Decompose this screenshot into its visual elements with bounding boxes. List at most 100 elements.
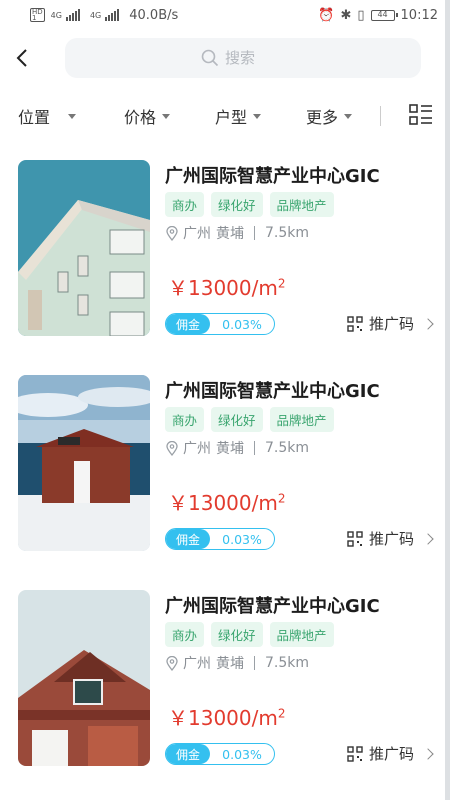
status-bar: HD 1 4G 4G 40.0B/s ⏰ ✱ ▯ 44 10:12 [0, 0, 450, 30]
tag-list: 商办 绿化好 品牌地产 [165, 192, 334, 217]
promo-code-button[interactable]: 推广码 [347, 528, 434, 549]
signal-icon [65, 9, 80, 21]
location: 广州 黄埔 7.5km [166, 223, 309, 243]
commission-label: 佣金 [166, 314, 210, 334]
filter-location[interactable]: 位置 [18, 104, 77, 128]
scrollbar[interactable] [445, 0, 450, 800]
city: 广州 [183, 226, 211, 242]
chevron-right-icon [422, 747, 434, 760]
commission-value: 0.03% [222, 531, 262, 547]
filter-price-label: 价格 [124, 108, 157, 127]
location-pin-icon [166, 225, 178, 241]
qr-code-icon [347, 530, 363, 547]
promo-code-button[interactable]: 推广码 [347, 743, 434, 764]
list-view-toggle[interactable] [408, 102, 434, 128]
bluetooth-icon: ✱ [340, 7, 352, 23]
commission-badge: 佣金 0.03% [165, 743, 275, 765]
network-type-b: 4G [89, 10, 102, 20]
price: ￥13000/m2 [168, 702, 285, 731]
network-speed: 40.0B/s [129, 7, 179, 23]
district: 黄埔 [216, 656, 244, 672]
commission-label: 佣金 [166, 529, 210, 549]
tag-list: 商办 绿化好 品牌地产 [165, 622, 334, 647]
search-icon [201, 49, 219, 67]
tag: 绿化好 [211, 407, 263, 432]
qr-code-icon [347, 745, 363, 762]
caret-down-icon [253, 113, 262, 119]
tag: 商办 [165, 407, 205, 432]
filter-more-label: 更多 [306, 108, 339, 127]
district: 黄埔 [216, 226, 244, 242]
header [0, 34, 450, 82]
filter-location-label: 位置 [18, 108, 51, 127]
commission-value: 0.03% [222, 746, 262, 762]
location-pin-icon [166, 655, 178, 671]
divider [254, 441, 255, 455]
listing-card[interactable]: 广州国际智慧产业中心GIC 商办 绿化好 品牌地产 广州 黄埔 7.5km ￥1… [18, 160, 438, 336]
tag: 商办 [165, 192, 205, 217]
location-pin-icon [166, 440, 178, 456]
distance: 7.5km [265, 655, 310, 671]
network-type-a: 4G [50, 10, 62, 20]
tag-list: 商办 绿化好 品牌地产 [165, 407, 334, 432]
district: 黄埔 [216, 441, 244, 457]
hd-icon: HD 1 [30, 8, 45, 22]
listing-card[interactable]: 广州国际智慧产业中心GIC 商办 绿化好 品牌地产 广州 黄埔 7.5km ￥1… [18, 590, 438, 766]
divider [254, 226, 255, 240]
filter-more[interactable]: 更多 [306, 104, 353, 128]
chevron-right-icon [422, 317, 434, 330]
promo-label: 推广码 [369, 745, 415, 763]
back-button[interactable] [8, 42, 36, 74]
listing-title: 广州国际智慧产业中心GIC [165, 596, 380, 617]
property-image [18, 375, 150, 551]
location: 广州 黄埔 7.5km [166, 438, 309, 458]
property-image [18, 590, 150, 766]
price-unit-sup: 2 [277, 491, 286, 506]
price-unit-sup: 2 [277, 706, 286, 721]
commission-label: 佣金 [166, 744, 210, 764]
filter-bar: 位置 价格 户型 更多 [0, 96, 450, 136]
promo-code-button[interactable]: 推广码 [347, 313, 434, 334]
distance: 7.5km [265, 225, 310, 241]
clock: 10:12 [400, 7, 438, 23]
alarm-icon: ⏰ [318, 7, 335, 23]
city: 广州 [183, 656, 211, 672]
listing-title: 广州国际智慧产业中心GIC [165, 166, 380, 187]
vibrate-icon: ▯ [357, 7, 365, 23]
listing-card[interactable]: 广州国际智慧产业中心GIC 商办 绿化好 品牌地产 广州 黄埔 7.5km ￥1… [18, 375, 438, 551]
tag: 绿化好 [211, 192, 263, 217]
tag: 品牌地产 [269, 407, 334, 432]
divider [254, 656, 255, 670]
tag: 品牌地产 [269, 622, 334, 647]
chevron-right-icon [422, 532, 434, 545]
filter-price[interactable]: 价格 [124, 104, 171, 128]
distance: 7.5km [265, 440, 310, 456]
battery-icon: 44 [370, 9, 398, 21]
price-unit-sup: 2 [277, 276, 286, 291]
filter-layout-label: 户型 [215, 108, 248, 127]
location: 广州 黄埔 7.5km [166, 653, 309, 673]
caret-down-icon [344, 113, 353, 119]
price: ￥13000/m2 [168, 487, 285, 516]
filter-layout[interactable]: 户型 [215, 104, 262, 128]
list-view-icon [409, 104, 432, 125]
commission-value: 0.03% [222, 316, 262, 332]
listing-title: 广州国际智慧产业中心GIC [165, 381, 380, 402]
signal-icon-2 [105, 9, 120, 21]
search-input[interactable] [225, 49, 285, 67]
qr-code-icon [347, 315, 363, 332]
tag: 绿化好 [211, 622, 263, 647]
caret-down-icon [162, 113, 171, 119]
tag: 商办 [165, 622, 205, 647]
tag: 品牌地产 [269, 192, 334, 217]
search-bar[interactable] [65, 38, 421, 78]
chevron-left-icon [16, 49, 27, 67]
commission-badge: 佣金 0.03% [165, 528, 275, 550]
caret-down-icon [68, 113, 77, 119]
property-image [18, 160, 150, 336]
promo-label: 推广码 [369, 530, 415, 548]
price: ￥13000/m2 [168, 272, 285, 301]
price-value: ￥13000/m [168, 706, 278, 730]
promo-label: 推广码 [369, 315, 415, 333]
price-value: ￥13000/m [168, 276, 278, 300]
